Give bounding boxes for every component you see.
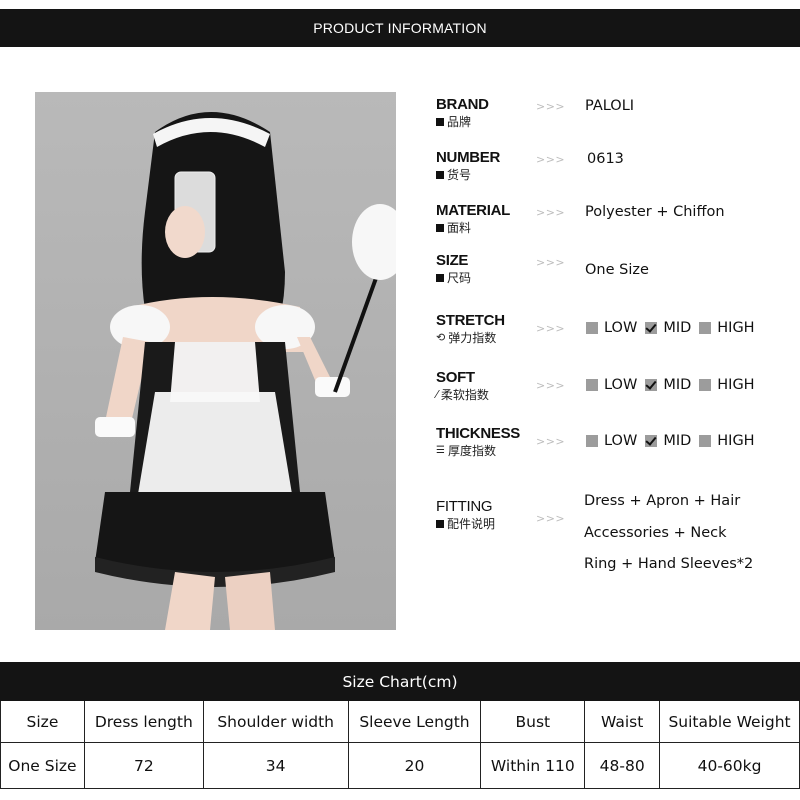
feather-icon: ⁄ [436, 388, 438, 401]
table-cell: Within 110 [480, 742, 586, 789]
column-header: Waist [584, 700, 661, 743]
arrows-icon: >>> [536, 206, 566, 219]
checkbox-mid-checked [645, 322, 658, 334]
size-value: One Size [585, 262, 649, 278]
thickness-scale: LOW MID HIGH [586, 433, 763, 449]
layers-icon: ☰ [436, 445, 445, 456]
soft-scale: LOW MID HIGH [586, 377, 763, 393]
table-cell: 48-80 [584, 742, 661, 789]
product-photo [35, 92, 396, 630]
size-chart-header-row: Size Dress length Shoulder width Sleeve … [0, 700, 800, 743]
square-bullet-icon [436, 117, 444, 126]
size-chart-table: Size Chart(cm) Size Dress length Shoulde… [0, 662, 800, 789]
column-header: Size [0, 700, 85, 743]
column-header: Bust [480, 700, 586, 743]
checkbox-high [699, 379, 712, 391]
option-low: LOW [604, 377, 638, 393]
arrows-icon: >>> [536, 512, 566, 525]
maid-outfit-illustration [95, 112, 396, 630]
fitting-line: Dress + Apron + Hair [584, 493, 741, 509]
square-bullet-icon [436, 170, 444, 179]
brand-label-cn: 品牌 [436, 113, 471, 130]
checkbox-high [699, 435, 712, 447]
number-label-cn: 货号 [436, 166, 471, 183]
square-bullet-icon [436, 223, 444, 232]
square-bullet-icon [436, 273, 444, 282]
fitting-line: Ring + Hand Sleeves*2 [584, 556, 754, 572]
checkbox-high [699, 322, 712, 334]
table-cell: 34 [202, 742, 349, 789]
fitting-label-cn: 配件说明 [436, 515, 495, 532]
table-row: One Size 72 34 20 Within 110 48-80 40-60… [0, 742, 800, 789]
option-low: LOW [604, 433, 638, 449]
option-mid: MID [663, 377, 692, 393]
fitting-line: Accessories + Neck [584, 524, 727, 541]
table-cell: 72 [83, 742, 204, 789]
arrows-icon: >>> [536, 256, 566, 269]
soft-label: SOFT [436, 369, 475, 386]
table-cell: 20 [347, 742, 482, 789]
option-low: LOW [604, 320, 638, 336]
brand-value: PALOLI [585, 98, 635, 114]
number-label: NUMBER [436, 149, 501, 166]
checkbox-low [586, 322, 598, 334]
option-high: HIGH [717, 320, 755, 336]
checkbox-mid-checked [645, 379, 658, 391]
fitting-label: FITTING [436, 498, 493, 515]
square-bullet-icon [436, 519, 444, 528]
stretch-label: STRETCH [436, 312, 505, 329]
arrows-icon: >>> [536, 100, 566, 113]
material-label: MATERIAL [436, 202, 510, 219]
arrows-icon: >>> [536, 322, 566, 335]
table-cell: One Size [0, 742, 85, 789]
arrows-icon: >>> [536, 379, 566, 392]
size-label-cn: 尺码 [436, 269, 471, 286]
checkbox-low [586, 379, 598, 391]
stretch-scale: LOW MID HIGH [586, 320, 763, 336]
stretch-icon: ⟲ [436, 331, 446, 344]
table-cell: 40-60kg [659, 742, 800, 789]
number-value: 0613 [587, 151, 624, 167]
spec-list: BRAND 品牌 >>> PALOLI NUMBER 货号 >>> 0613 M… [436, 0, 800, 640]
arrows-icon: >>> [536, 435, 566, 448]
soft-label-cn: ⁄ 柔软指数 [436, 388, 489, 402]
option-high: HIGH [717, 433, 755, 449]
arrows-icon: >>> [536, 153, 566, 166]
size-label: SIZE [436, 252, 469, 269]
thickness-label-cn: ☰ 厚度指数 [436, 444, 496, 458]
material-label-cn: 面料 [436, 219, 471, 236]
column-header: Suitable Weight [659, 700, 800, 743]
thickness-label: THICKNESS [436, 425, 520, 442]
checkbox-low [586, 435, 598, 447]
option-high: HIGH [717, 377, 755, 393]
column-header: Dress length [83, 700, 204, 743]
column-header: Shoulder width [202, 700, 349, 743]
option-mid: MID [663, 433, 692, 449]
brand-label: BRAND [436, 96, 489, 113]
stretch-label-cn: ⟲ 弹力指数 [436, 331, 497, 345]
column-header: Sleeve Length [347, 700, 482, 743]
checkbox-mid-checked [645, 435, 658, 447]
fitting-value: Dress + Apron + Hair Accessories + Neck … [584, 486, 794, 581]
option-mid: MID [663, 320, 692, 336]
material-value: Polyester + Chiffon [585, 204, 725, 220]
size-chart-title: Size Chart(cm) [0, 662, 800, 701]
